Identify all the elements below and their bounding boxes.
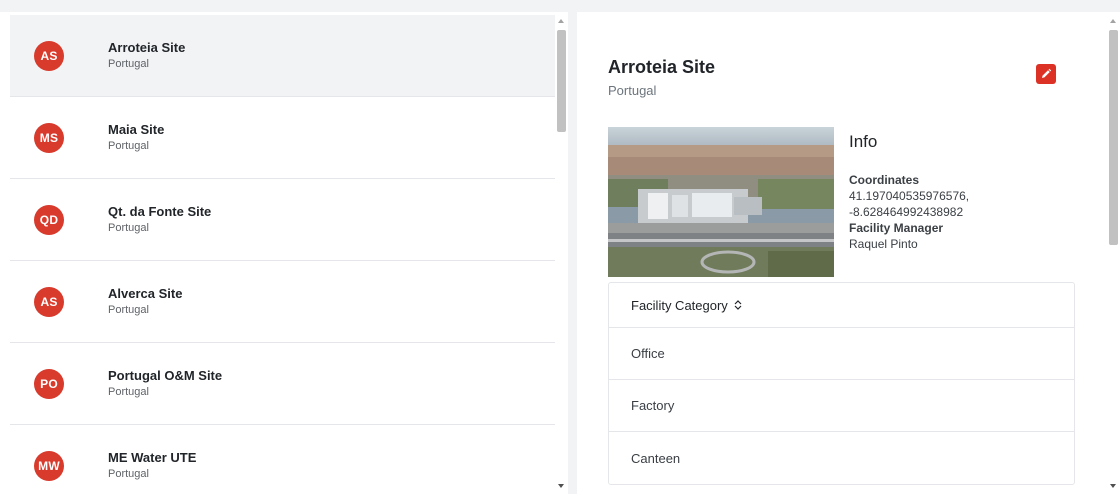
top-background-strip [0,0,1120,12]
site-country: Portugal [108,385,149,398]
site-avatar: QD [34,204,64,235]
site-photo [608,127,834,277]
site-list-item[interactable]: MS Maia Site Portugal [10,97,555,179]
scroll-down-arrow-icon[interactable] [558,484,564,488]
facility-manager-label: Facility Manager [849,221,944,235]
site-country: Portugal [108,139,149,152]
scrollbar-thumb[interactable] [1109,30,1118,245]
scroll-up-arrow-icon[interactable] [1110,19,1116,23]
sort-icon[interactable] [734,299,742,311]
site-list-item[interactable]: AS Alverca Site Portugal [10,261,555,343]
coordinates-longitude: -8.628464992438982 [849,205,964,219]
site-list-item[interactable]: AS Arroteia Site Portugal [10,15,555,97]
site-avatar: PO [34,368,64,399]
site-country: Portugal [108,303,149,316]
table-row[interactable]: Canteen [609,432,1074,484]
table-row[interactable]: Factory [609,380,1074,432]
scrollbar-thumb[interactable] [557,30,566,132]
site-avatar: AS [34,286,64,317]
site-country: Portugal [108,57,149,70]
edit-button[interactable] [1036,64,1056,84]
site-name: Arroteia Site [108,39,186,55]
table-row[interactable]: Office [609,328,1074,380]
site-name: ME Water UTE [108,449,197,465]
site-avatar: AS [34,40,64,71]
scroll-up-arrow-icon[interactable] [558,19,564,23]
facility-category-table: Facility Category Office Factory Canteen [608,282,1075,485]
detail-title: Arroteia Site [608,57,716,77]
pencil-icon [1042,68,1052,78]
site-list: AS Arroteia Site Portugal MS Maia Site P… [10,15,555,494]
table-header-facility-category[interactable]: Facility Category [609,283,1074,328]
site-name: Maia Site [108,121,165,137]
site-detail-panel: Arroteia Site Portugal Info Coordinates … [577,15,1107,494]
info-block: Coordinates 41.197040535976576, -8.62846… [849,172,969,252]
table-header-label: Facility Category [631,297,728,313]
coordinates-latitude: 41.197040535976576, [849,189,970,203]
site-list-item[interactable]: MW ME Water UTE Portugal [10,425,555,494]
site-avatar: MW [34,450,64,481]
site-name: Alverca Site [108,285,183,301]
site-country: Portugal [108,467,149,480]
site-name: Portugal O&M Site [108,367,223,383]
site-avatar: MS [34,122,64,153]
facility-manager-value: Raquel Pinto [849,237,918,251]
detail-scrollbar[interactable] [1107,15,1120,494]
scroll-down-arrow-icon[interactable] [1110,484,1116,488]
panel-divider [568,0,577,494]
site-list-scrollbar[interactable] [555,15,568,494]
detail-subtitle: Portugal [608,83,657,98]
site-name: Qt. da Fonte Site [108,203,212,219]
site-list-item[interactable]: PO Portugal O&M Site Portugal [10,343,555,425]
site-list-item[interactable]: QD Qt. da Fonte Site Portugal [10,179,555,261]
site-country: Portugal [108,221,149,234]
info-heading: Info [849,132,878,151]
coordinates-label: Coordinates [849,173,920,187]
